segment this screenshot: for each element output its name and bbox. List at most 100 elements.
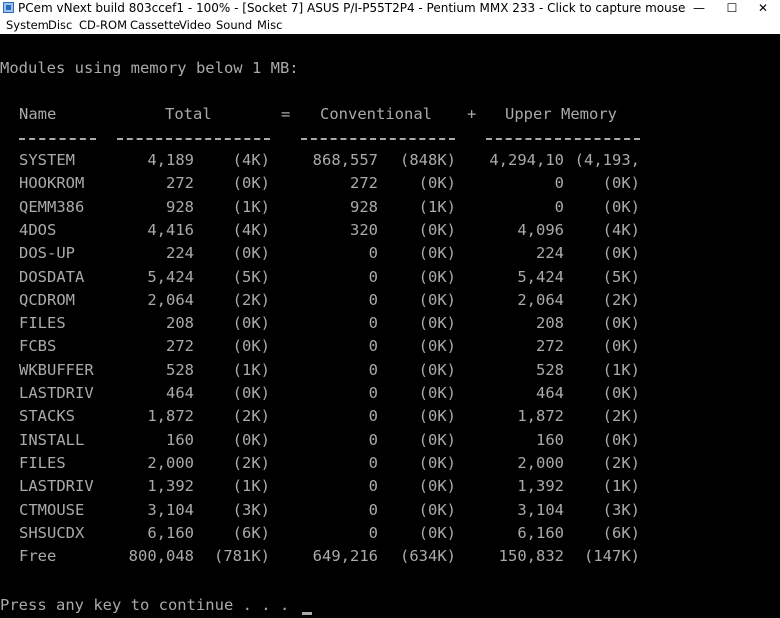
- emulator-screen[interactable]: Modules using memory below 1 MB: Name To…: [0, 34, 780, 618]
- total-bytes: 800,048: [128, 547, 194, 566]
- conventional-bytes: 0: [368, 244, 378, 263]
- total-bytes: 1,392: [147, 477, 194, 496]
- total-kb: (0K): [232, 384, 270, 402]
- upper-kb: (0K): [602, 314, 640, 333]
- upper-bytes: 3,104: [517, 500, 564, 519]
- upper-kb: (4,193,: [574, 151, 640, 169]
- total-bytes: 224: [166, 244, 194, 263]
- conventional-kb: (0K): [418, 290, 456, 309]
- title-bar[interactable]: PCem vNext build 803ccef1 - 100% - [Sock…: [0, 0, 780, 17]
- total-bytes: 4,416: [147, 220, 194, 239]
- total-bytes: 2,000: [147, 453, 194, 472]
- upper-kb: (0K): [602, 384, 640, 402]
- conventional-kb: (0K): [418, 244, 456, 263]
- upper-bytes: 464: [536, 384, 564, 402]
- module-name: FCBS: [19, 337, 57, 356]
- upper-kb: (0K): [602, 244, 640, 263]
- module-name: SYSTEM: [19, 151, 75, 169]
- minimize-button[interactable]: —: [682, 0, 716, 17]
- col-header-name: Name: [19, 105, 57, 123]
- conventional-bytes: 0: [368, 337, 378, 356]
- total-bytes: 272: [166, 337, 194, 356]
- conventional-bytes: 0: [368, 290, 378, 309]
- upper-kb: (0K): [602, 174, 640, 193]
- upper-kb: (147K): [584, 547, 640, 566]
- conventional-bytes: 868,557: [312, 151, 378, 169]
- total-kb: (2K): [232, 290, 270, 309]
- conventional-bytes: 928: [350, 197, 378, 216]
- continue-prompt: Press any key to continue . . .: [0, 596, 290, 614]
- module-name: QEMM386: [19, 197, 85, 216]
- conventional-bytes: 0: [368, 407, 378, 426]
- module-name: 4DOS: [19, 220, 57, 239]
- total-bytes: 6,160: [147, 523, 194, 542]
- window-title: PCem vNext build 803ccef1 - 100% - [Sock…: [18, 1, 686, 15]
- upper-kb: (0K): [602, 197, 640, 216]
- close-button[interactable]: ✕: [746, 0, 780, 17]
- menu-system[interactable]: System: [6, 17, 49, 34]
- conventional-kb: (0K): [418, 174, 456, 193]
- col-header-upper-memory: Upper Memory: [505, 105, 617, 123]
- upper-bytes: 6,160: [517, 523, 564, 542]
- upper-bytes: 160: [536, 430, 564, 449]
- upper-kb: (3K): [602, 500, 640, 519]
- total-bytes: 1,872: [147, 407, 194, 426]
- total-bytes: 208: [166, 314, 194, 333]
- conventional-kb: (0K): [418, 314, 456, 333]
- total-kb: (1K): [232, 360, 270, 379]
- module-name: WKBUFFER: [19, 360, 94, 379]
- total-bytes: 5,424: [147, 267, 194, 286]
- conventional-bytes: 320: [350, 220, 378, 239]
- module-name: INSTALL: [19, 430, 85, 449]
- conventional-kb: (0K): [418, 407, 456, 426]
- menu-bar: System Disc CD-ROM Cassette Video Sound …: [0, 17, 780, 34]
- total-bytes: 928: [166, 197, 194, 216]
- console-heading: Modules using memory below 1 MB:: [0, 59, 299, 77]
- conventional-bytes: 0: [368, 477, 378, 496]
- upper-bytes: 0: [554, 174, 564, 193]
- separator-conventional: [301, 138, 455, 140]
- upper-kb: (0K): [602, 430, 640, 449]
- conventional-bytes: 0: [368, 430, 378, 449]
- menu-video[interactable]: Video: [179, 17, 211, 34]
- conventional-kb: (0K): [418, 523, 456, 542]
- app-icon: [3, 2, 14, 13]
- total-kb: (781K): [214, 547, 270, 566]
- upper-bytes: 5,424: [517, 267, 564, 286]
- conventional-bytes: 0: [368, 384, 378, 402]
- total-kb: (2K): [232, 453, 270, 472]
- menu-misc[interactable]: Misc: [257, 17, 282, 34]
- conventional-bytes: 0: [368, 453, 378, 472]
- module-name: QCDROM: [19, 290, 75, 309]
- upper-bytes: 2,000: [517, 453, 564, 472]
- total-bytes: 3,104: [147, 500, 194, 519]
- upper-bytes: 150,832: [498, 547, 564, 566]
- menu-cassette[interactable]: Cassette: [130, 17, 180, 34]
- module-name: LASTDRIV: [19, 477, 94, 496]
- conventional-kb: (848K): [400, 151, 456, 169]
- menu-disc[interactable]: Disc: [48, 17, 72, 34]
- upper-kb: (4K): [602, 220, 640, 239]
- separator-name: [19, 138, 96, 140]
- upper-kb: (1K): [602, 360, 640, 379]
- upper-bytes: 224: [536, 244, 564, 263]
- conventional-kb: (0K): [418, 220, 456, 239]
- module-name: CTMOUSE: [19, 500, 85, 519]
- total-kb: (3K): [232, 500, 270, 519]
- module-name: Free: [19, 547, 57, 566]
- module-name: HOOKROM: [19, 174, 85, 193]
- total-kb: (6K): [232, 523, 270, 542]
- maximize-button[interactable]: ☐: [715, 0, 749, 17]
- total-bytes: 464: [166, 384, 194, 402]
- menu-cdrom[interactable]: CD-ROM: [79, 17, 127, 34]
- module-name: DOSDATA: [19, 267, 85, 286]
- conventional-kb: (1K): [418, 197, 456, 216]
- upper-kb: (1K): [602, 477, 640, 496]
- conventional-kb: (0K): [418, 453, 456, 472]
- conventional-bytes: 0: [368, 314, 378, 333]
- text-cursor: [302, 612, 312, 615]
- conventional-bytes: 0: [368, 523, 378, 542]
- upper-bytes: 4,294,10: [489, 151, 564, 169]
- upper-bytes: 2,064: [517, 290, 564, 309]
- menu-sound[interactable]: Sound: [216, 17, 252, 34]
